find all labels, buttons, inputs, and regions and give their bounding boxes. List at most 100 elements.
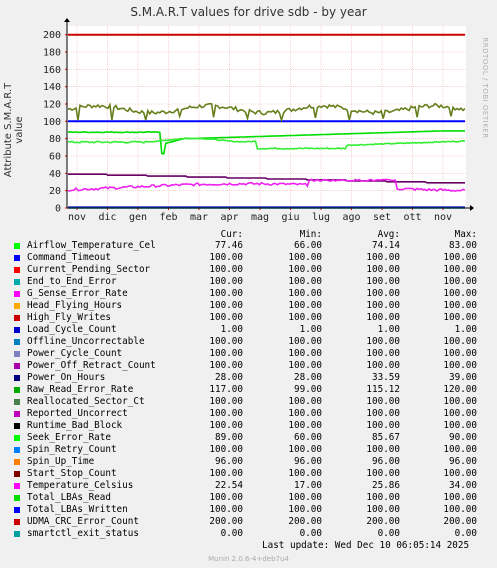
legend-swatch (14, 483, 20, 489)
legend-row: Start_Stop_Count 100.00 100.00 100.00 100.00 (14, 468, 484, 480)
legend-value-avg: 33.59 (372, 372, 400, 383)
legend-row: Temperature_Celsius 22.54 17.00 25.86 34.00 (14, 480, 484, 492)
legend-value-avg: 100.00 (366, 408, 400, 419)
legend-row: Head_Flying_Hours 100.00 100.00 100.00 100.0… (14, 300, 484, 312)
legend-value-min: 100.00 (288, 408, 322, 419)
legend-value-cur: 100.00 (209, 504, 243, 515)
legend-value-cur: 100.00 (209, 300, 243, 311)
x-tick-label: gen (129, 212, 147, 223)
legend-swatch (14, 459, 20, 465)
legend-row: End_to_End_Error 100.00 100.00 100.00 100.00 (14, 276, 484, 288)
legend-row: Current_Pending_Sector 100.00 100.00 100.00… (14, 264, 484, 276)
legend-value-max: 100.00 (443, 276, 477, 287)
legend-value-max: 100.00 (443, 420, 477, 431)
legend-row: Spin_Retry_Count 100.00 100.00 100.00 100.00 (14, 444, 484, 456)
legend-value-cur: 100.00 (209, 348, 243, 359)
legend-swatch (14, 279, 20, 285)
y-tick-label: 200 (43, 30, 61, 41)
legend-swatch (14, 375, 20, 381)
y-tick-label: 120 (43, 100, 61, 111)
legend-series-name: smartctl_exit_status (27, 528, 139, 539)
legend-row: Power_On_Hours 28.00 28.00 33.59 39.00 (14, 372, 484, 384)
legend-value-cur: 100.00 (209, 312, 243, 323)
legend-value-avg: 100.00 (366, 492, 400, 503)
x-tick-label: mar (190, 212, 208, 223)
legend-value-cur: 0.00 (220, 528, 243, 539)
last-update: Last update: Wed Dec 10 06:05:14 2025 (262, 540, 470, 551)
legend-value-cur: 22.54 (215, 480, 243, 491)
legend-series-name: Total_LBAs_Written (27, 504, 128, 515)
legend-value-max: 100.00 (443, 300, 477, 311)
plot-background (67, 26, 466, 208)
legend-value-min: 60.00 (294, 432, 322, 443)
legend-swatch (14, 315, 20, 321)
legend-value-min: 200.00 (288, 516, 322, 527)
legend-header-avg: Avg: (377, 229, 400, 240)
legend-value-avg: 0.00 (377, 528, 400, 539)
legend-swatch (14, 471, 20, 477)
legend-value-min: 28.00 (294, 372, 322, 383)
legend-value-avg: 100.00 (366, 264, 400, 275)
legend-swatch (14, 303, 20, 309)
legend-value-max: 100.00 (443, 348, 477, 359)
legend-value-max: 96.00 (449, 456, 477, 467)
legend-row: smartctl_exit_status 0.00 0.00 0.00 0.00 (14, 528, 484, 540)
legend-value-cur: 96.00 (215, 456, 243, 467)
legend-value-max: 100.00 (443, 252, 477, 263)
legend-value-avg: 100.00 (366, 468, 400, 479)
legend-swatch (14, 435, 20, 441)
legend-value-min: 66.00 (294, 240, 322, 251)
legend-value-avg: 74.14 (372, 240, 400, 251)
legend-value-max: 100.00 (443, 504, 477, 515)
legend-value-avg: 100.00 (366, 336, 400, 347)
legend-value-avg: 115.12 (366, 384, 400, 395)
legend-swatch (14, 351, 20, 357)
legend-swatch (14, 447, 20, 453)
legend-value-cur: 100.00 (209, 360, 243, 371)
legend-series-name: Command_Timeout (27, 252, 111, 263)
legend-value-cur: 100.00 (209, 444, 243, 455)
legend-swatch (14, 255, 20, 261)
legend-value-max: 34.00 (449, 480, 477, 491)
legend-value-min: 100.00 (288, 396, 322, 407)
y-tick-label: 140 (43, 82, 61, 93)
y-tick-label: 40 (49, 169, 61, 180)
legend-row: High_Fly_Writes 100.00 100.00 100.00 100.00 (14, 312, 484, 324)
x-tick-label: ago (342, 212, 360, 223)
legend-swatch (14, 339, 20, 345)
legend-value-cur: 100.00 (209, 408, 243, 419)
legend-value-max: 100.00 (443, 288, 477, 299)
legend-value-avg: 100.00 (366, 348, 400, 359)
legend-swatch (14, 399, 20, 405)
legend-value-min: 100.00 (288, 288, 322, 299)
legend-swatch (14, 363, 20, 369)
legend-row: Airflow_Temperature_Cel 77.46 66.00 74.14 83… (14, 240, 484, 252)
x-tick-label: ott (403, 212, 421, 223)
legend-value-avg: 100.00 (366, 276, 400, 287)
legend-value-max: 100.00 (443, 408, 477, 419)
legend-value-cur: 100.00 (209, 276, 243, 287)
x-tick-label: lug (312, 212, 330, 223)
legend-value-max: 120.00 (443, 384, 477, 395)
legend-row: Raw_Read_Error_Rate 117.00 99.00 115.12 120.… (14, 384, 484, 396)
legend-series-name: End_to_End_Error (27, 276, 117, 287)
legend-row: Total_LBAs_Read 100.00 100.00 100.00 100.00 (14, 492, 484, 504)
munin-graph: S.M.A.R.T values for drive sdb - by year… (0, 0, 497, 568)
legend-row: G_Sense_Error_Rate 100.00 100.00 100.00 100.… (14, 288, 484, 300)
legend-swatch (14, 531, 20, 537)
legend-value-max: 100.00 (443, 264, 477, 275)
legend-value-max: 90.00 (449, 432, 477, 443)
legend-value-min: 100.00 (288, 312, 322, 323)
legend-value-max: 100.00 (443, 360, 477, 371)
legend-swatch (14, 267, 20, 273)
legend-value-max: 100.00 (443, 312, 477, 323)
legend-value-min: 96.00 (294, 456, 322, 467)
munin-version: Munin 2.0.6-4+deb7u4 (208, 555, 289, 563)
legend-series-name: Temperature_Celsius (27, 480, 134, 491)
legend-series-name: Spin_Retry_Count (27, 444, 117, 455)
legend-row: Power_Off_Retract_Count 100.00 100.00 100.0… (14, 360, 484, 372)
y-tick-label: 60 (49, 152, 61, 163)
legend-value-min: 17.00 (294, 480, 322, 491)
legend-value-max: 100.00 (443, 336, 477, 347)
legend-row: UDMA_CRC_Error_Count 200.00 200.00 200.00 20… (14, 516, 484, 528)
